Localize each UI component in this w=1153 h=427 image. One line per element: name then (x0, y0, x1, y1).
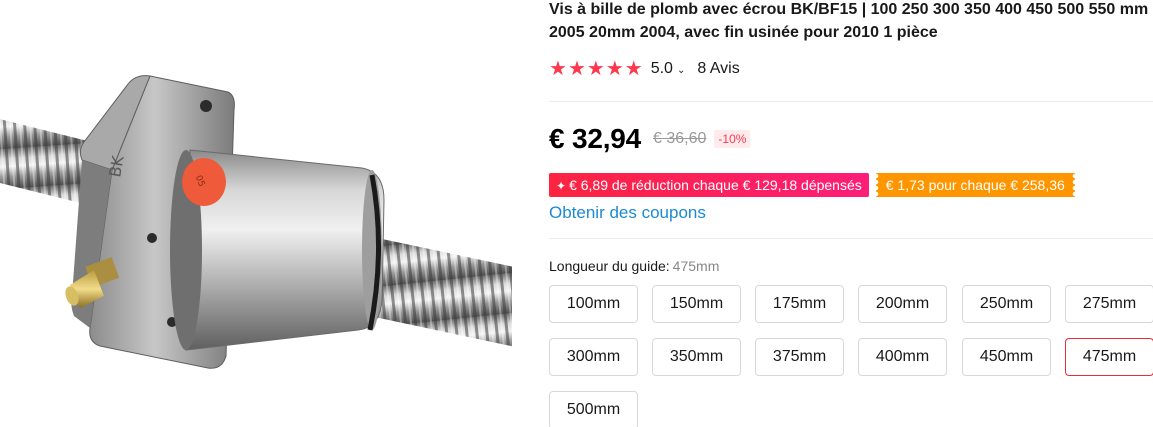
original-price: € 36,60 (653, 130, 707, 147)
promo-badge-discount[interactable]: ✦ € 6,89 de réduction chaque € 129,18 dép… (549, 173, 869, 197)
option-label: 100mm (566, 295, 621, 312)
get-coupons-link[interactable]: Obtenir des coupons (549, 203, 706, 223)
sparkle-icon: ✦ (556, 179, 567, 193)
option-label: 175mm (772, 295, 827, 312)
option-450mm[interactable]: 450mm (962, 338, 1051, 376)
option-label: 375mm (772, 348, 827, 365)
star-icon: ★ (624, 58, 643, 80)
option-100mm[interactable]: 100mm (549, 285, 638, 323)
guide-length-label: Longueur du guide: 475mm (549, 258, 719, 274)
option-label: 275mm (1082, 295, 1137, 312)
star-icon: ★ (549, 58, 567, 80)
option-375mm[interactable]: 375mm (755, 338, 844, 376)
reviews-link[interactable]: 8 Avis (697, 60, 739, 78)
option-400mm[interactable]: 400mm (858, 338, 947, 376)
product-info-panel: Vis à bille de plomb avec écrou BK/BF15 … (549, 0, 1153, 427)
discount-badge: -10% (714, 130, 751, 148)
option-300mm[interactable]: 300mm (549, 338, 638, 376)
rating-stars: ★ ★ ★ ★ ★ (549, 59, 643, 79)
promotion-row: ✦ € 6,89 de réduction chaque € 129,18 dép… (549, 173, 1075, 197)
option-label: 475mm (1082, 348, 1137, 365)
promo-discount-text: € 6,89 de réduction chaque € 129,18 dépe… (569, 177, 862, 193)
option-label: 250mm (979, 295, 1034, 312)
divider (549, 101, 1153, 102)
option-label: 350mm (669, 348, 724, 365)
option-label: 300mm (566, 348, 621, 365)
option-150mm[interactable]: 150mm (652, 285, 741, 323)
promo-coupon-text: € 1,73 pour chaque € 258,36 (885, 177, 1065, 193)
option-label: 450mm (979, 348, 1034, 365)
option-label: 200mm (875, 295, 930, 312)
svg-text:BK: BK (105, 154, 128, 179)
option-350mm[interactable]: 350mm (652, 338, 741, 376)
rating-score[interactable]: 5.0 (651, 60, 673, 78)
divider (549, 238, 1153, 239)
guide-length-selected-value: 475mm (672, 258, 720, 274)
option-175mm[interactable]: 175mm (755, 285, 844, 323)
option-500mm[interactable]: 500mm (549, 391, 638, 427)
price-row: € 32,94 € 36,60 -10% (549, 121, 751, 157)
option-275mm[interactable]: 275mm (1065, 285, 1153, 323)
guide-length-title: Longueur du guide: (549, 258, 670, 274)
option-200mm[interactable]: 200mm (858, 285, 947, 323)
option-label: 150mm (669, 295, 724, 312)
ball-screw-illustration: BK 05 (0, 75, 512, 369)
current-price: € 32,94 (549, 123, 642, 154)
star-icon: ★ (605, 58, 624, 80)
chevron-down-icon[interactable]: ⌄ (677, 65, 685, 76)
product-title: Vis à bille de plomb avec écrou BK/BF15 … (549, 1, 1149, 41)
star-icon: ★ (586, 58, 605, 80)
product-image[interactable]: BK 05 (0, 0, 512, 427)
option-250mm[interactable]: 250mm (962, 285, 1051, 323)
star-icon: ★ (567, 58, 586, 80)
rating-row: ★ ★ ★ ★ ★ 5.0 ⌄ 8 Avis (549, 58, 740, 80)
option-475mm[interactable]: 475mm (1065, 338, 1153, 376)
option-label: 400mm (875, 348, 930, 365)
promo-badge-coupon[interactable]: € 1,73 pour chaque € 258,36 (875, 173, 1075, 197)
option-label: 500mm (566, 401, 621, 418)
